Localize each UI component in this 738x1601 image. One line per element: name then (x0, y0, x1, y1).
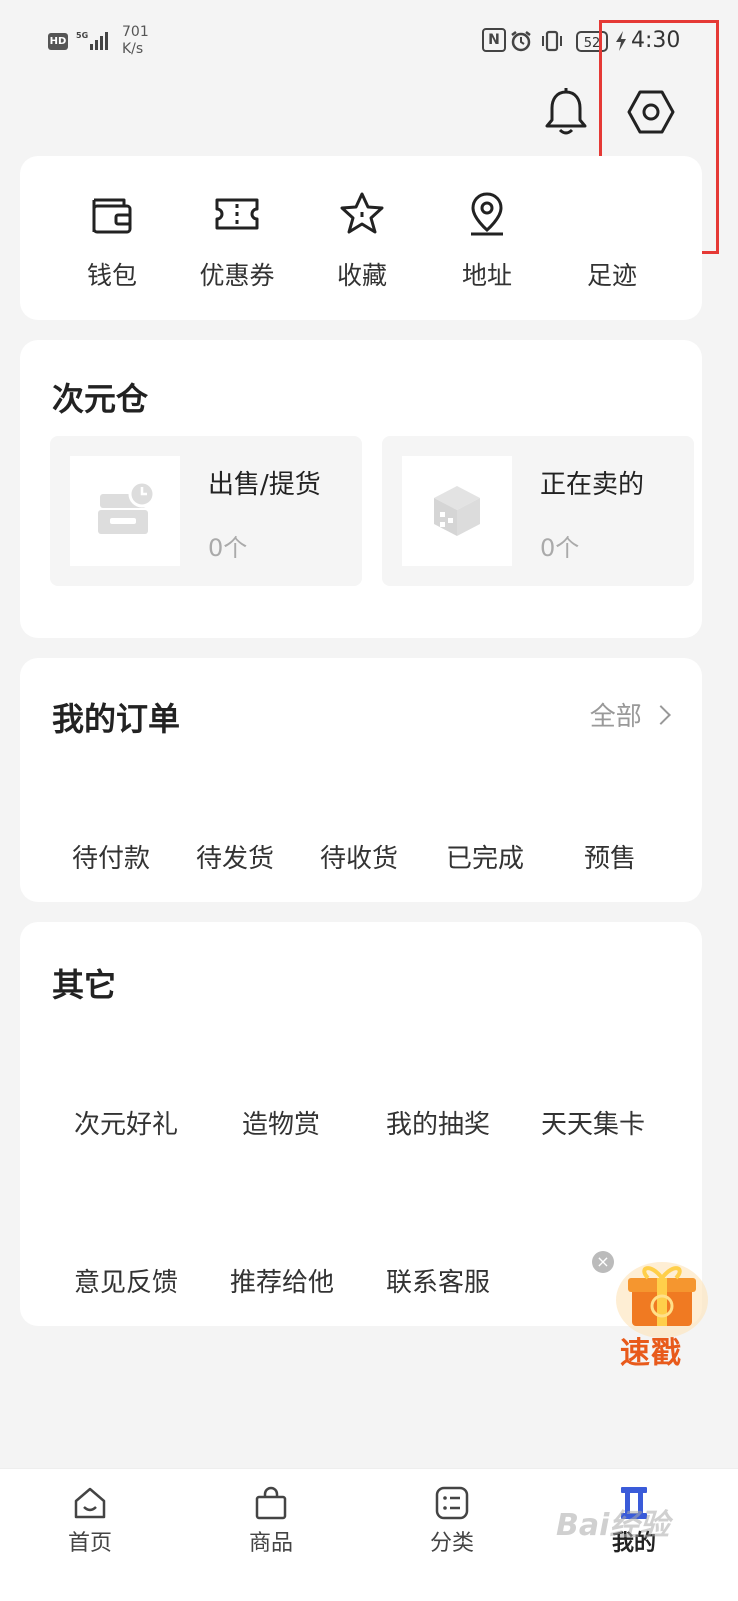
nav-label: 首页 (67, 1531, 112, 1556)
box-icon (434, 486, 480, 536)
order-status-pending-receipt[interactable]: 待收货 (320, 838, 398, 875)
other-item-contact-service[interactable]: 联系客服 (386, 1262, 490, 1299)
warehouse-tile-title: 正在卖的 (540, 470, 645, 500)
nfc-icon: N (482, 28, 506, 52)
other-item-my-lottery[interactable]: 我的抽奖 (386, 1104, 490, 1141)
signal-icon: 5G (76, 31, 108, 50)
quick-link-label: 地址 (461, 261, 512, 290)
order-status-pending-shipment[interactable]: 待发货 (196, 838, 274, 875)
alarm-icon (511, 31, 531, 52)
order-status-pending-payment[interactable]: 待付款 (72, 838, 150, 875)
network-speed: 701 K/s (122, 24, 149, 58)
promo-label[interactable]: 速戳 (620, 1328, 682, 1372)
quick-link-label: 收藏 (336, 261, 387, 290)
order-status-completed[interactable]: 已完成 (446, 838, 524, 875)
warehouse-tile-title: 出售/提货 (208, 470, 321, 500)
inbox-clock-icon (98, 480, 156, 534)
vibrate-icon (542, 30, 562, 52)
nav-item-categories[interactable]: 分类 (392, 1469, 512, 1601)
warehouse-title: 次元仓 (52, 380, 149, 418)
wallet-icon (92, 198, 132, 234)
order-status-presale[interactable]: 预售 (584, 838, 636, 875)
warehouse-tile-sell[interactable]: 出售/提货 0个 (50, 436, 362, 586)
warehouse-tile-image (70, 456, 180, 566)
other-item-recommend[interactable]: 推荐给他 (230, 1262, 334, 1299)
orders-view-all[interactable]: 全部 (589, 696, 671, 733)
watermark: Bai经验 (556, 1508, 670, 1543)
quick-links-card: 钱包 优惠券 收藏 地址 足迹 (20, 156, 702, 320)
star-icon (340, 192, 384, 234)
network-speed-unit: K/s (122, 41, 144, 57)
nav-item-products[interactable]: 商品 (211, 1469, 331, 1601)
orders-title: 我的订单 (52, 700, 181, 738)
quick-link-label: 优惠券 (199, 261, 275, 290)
nav-label: 分类 (429, 1531, 474, 1556)
chevron-right-icon (651, 705, 671, 725)
warehouse-card: 次元仓 出售/提货 0个 正在卖的 0个 (20, 340, 702, 638)
coupon-icon (215, 198, 259, 230)
nav-item-home[interactable]: 首页 (30, 1469, 150, 1601)
network-speed-value: 701 (122, 24, 149, 40)
location-icon (471, 192, 503, 236)
other-item-creation-reward[interactable]: 造物赏 (242, 1104, 320, 1141)
quick-link-label: 钱包 (86, 261, 137, 290)
warehouse-tile-selling[interactable]: 正在卖的 0个 (382, 436, 694, 586)
other-item-daily-cards[interactable]: 天天集卡 (541, 1104, 645, 1141)
other-title: 其它 (52, 966, 117, 1004)
shopping-bag-icon (255, 1486, 287, 1520)
other-item-gifts[interactable]: 次元好礼 (74, 1104, 178, 1141)
list-icon (435, 1486, 469, 1520)
home-icon (74, 1487, 106, 1519)
orders-view-all-label: 全部 (589, 702, 642, 732)
warehouse-tile-count: 0个 (540, 534, 580, 562)
warehouse-tile-count: 0个 (208, 534, 248, 562)
bell-icon[interactable] (542, 86, 590, 138)
promo-close-button[interactable]: × (592, 1251, 614, 1273)
other-item-feedback[interactable]: 意见反馈 (74, 1262, 178, 1299)
hd-indicator: HD (48, 33, 68, 50)
orders-card: 我的订单 全部 待付款 待发货 待收货 已完成 预售 (20, 658, 702, 902)
network-type: 5G (76, 31, 88, 40)
warehouse-tile-image (402, 456, 512, 566)
nav-label: 商品 (248, 1531, 293, 1556)
quick-link-label: 足迹 (586, 261, 637, 290)
